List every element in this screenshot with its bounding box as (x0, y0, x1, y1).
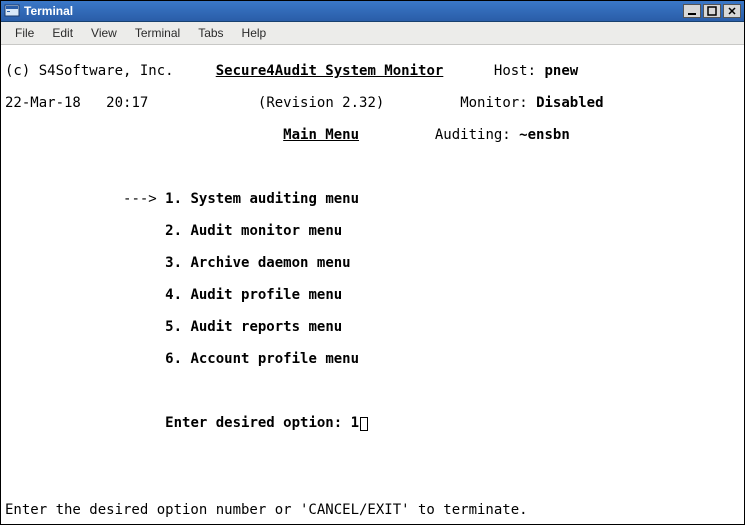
window-controls (683, 4, 741, 18)
cursor (360, 417, 368, 431)
menu-tabs[interactable]: Tabs (189, 23, 232, 43)
menu-item-label: Archive daemon menu (190, 255, 350, 271)
date-text: 22-Mar-18 (5, 95, 81, 111)
menu-item-num: 1. (165, 191, 182, 207)
revision-text: (Revision 2.32) (258, 95, 384, 111)
copyright-text: (c) S4Software, Inc. (5, 63, 174, 79)
monitor-label: Monitor: (460, 95, 527, 111)
window-title: Terminal (24, 4, 73, 18)
titlebar: Terminal (1, 1, 744, 22)
terminal-icon (4, 3, 20, 19)
monitor-value: Disabled (536, 95, 603, 111)
menubar: File Edit View Terminal Tabs Help (1, 22, 744, 45)
menu-terminal[interactable]: Terminal (126, 23, 189, 43)
menu-item-label: Account profile menu (190, 351, 359, 367)
app-title: Secure4Audit System Monitor (216, 63, 444, 79)
screen-title: Main Menu (283, 127, 359, 143)
terminal-content[interactable]: (c) S4Software, Inc. Secure4Audit System… (1, 45, 744, 524)
menu-item-num: 5. (165, 319, 182, 335)
close-button[interactable] (723, 4, 741, 18)
prompt-label: Enter desired option: (165, 415, 342, 431)
menu-item-label: System auditing menu (190, 191, 359, 207)
menu-item-num: 3. (165, 255, 182, 271)
menu-item-label: Audit monitor menu (190, 223, 342, 239)
menu-item-num: 4. (165, 287, 182, 303)
titlebar-left: Terminal (4, 3, 73, 19)
auditing-value: ~ensbn (519, 127, 570, 143)
prompt-input[interactable]: 1 (351, 415, 359, 431)
host-label: Host: (494, 63, 536, 79)
menu-item-num: 6. (165, 351, 182, 367)
menu-help[interactable]: Help (233, 23, 276, 43)
menu-edit[interactable]: Edit (43, 23, 82, 43)
terminal-window: Terminal File Edit View Terminal Tabs He… (0, 0, 745, 525)
host-value: pnew (544, 63, 578, 79)
menu-file[interactable]: File (6, 23, 43, 43)
menu-item-label: Audit reports menu (190, 319, 342, 335)
menu-item-label: Audit profile menu (190, 287, 342, 303)
menu-item-num: 2. (165, 223, 182, 239)
menu-pointer: ---> (123, 191, 157, 207)
minimize-button[interactable] (683, 4, 701, 18)
maximize-button[interactable] (703, 4, 721, 18)
auditing-label: Auditing: (435, 127, 511, 143)
menu-view[interactable]: View (82, 23, 126, 43)
time-text: 20:17 (106, 95, 148, 111)
footer-hint: Enter the desired option number or 'CANC… (5, 502, 740, 518)
